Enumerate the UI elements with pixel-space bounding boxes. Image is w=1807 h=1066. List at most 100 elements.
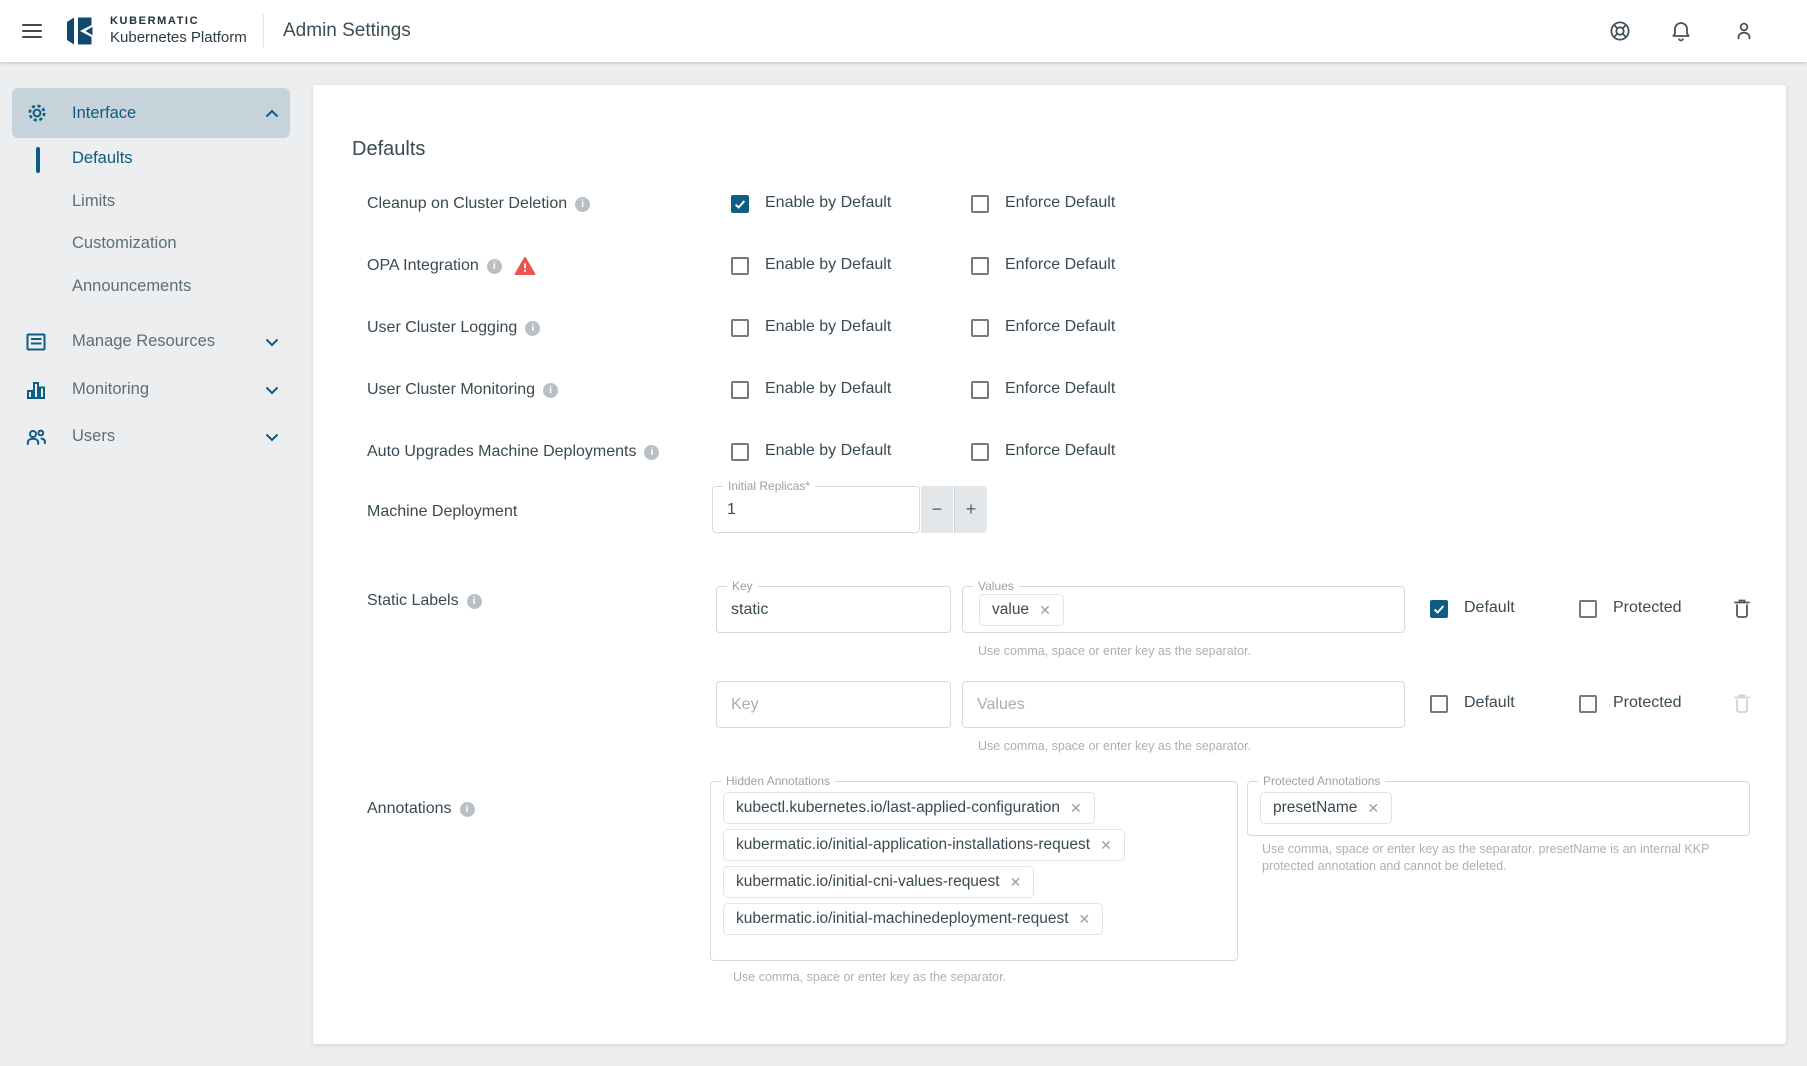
row-label-annotations: Annotations bbox=[367, 798, 475, 820]
info-icon bbox=[644, 445, 659, 460]
row-label-auto-upgrades: Auto Upgrades Machine Deployments bbox=[367, 441, 659, 463]
delete-row-icon-disabled bbox=[1732, 692, 1752, 714]
row-label-cleanup: Cleanup on Cluster Deletion bbox=[367, 193, 590, 215]
delete-row-icon[interactable] bbox=[1732, 597, 1752, 619]
notifications-icon[interactable] bbox=[1669, 19, 1693, 43]
resources-icon bbox=[25, 331, 47, 353]
menu-icon[interactable] bbox=[22, 24, 42, 38]
field-label: Protected Annotations bbox=[1258, 774, 1385, 789]
default-label: Default bbox=[1464, 694, 1515, 714]
enable-label: Enable by Default bbox=[765, 194, 891, 214]
enable-label: Enable by Default bbox=[765, 380, 891, 400]
enforce-default-checkbox[interactable] bbox=[971, 381, 989, 399]
enable-by-default-checkbox[interactable] bbox=[731, 319, 749, 337]
row-label-static-labels: Static Labels bbox=[367, 590, 482, 612]
protected-label: Protected bbox=[1613, 599, 1681, 619]
increment-button[interactable]: + bbox=[954, 486, 987, 533]
protected-checkbox[interactable] bbox=[1579, 695, 1597, 713]
row-label-machine-deployment: Machine Deployment bbox=[367, 501, 517, 523]
annotation-chip[interactable]: presetName bbox=[1260, 792, 1392, 824]
field-label: Hidden Annotations bbox=[721, 774, 835, 789]
initial-replicas-field[interactable]: Initial Replicas* 1 bbox=[712, 486, 920, 533]
gear-icon bbox=[26, 102, 48, 124]
separator-hint: Use comma, space or enter key as the sep… bbox=[978, 738, 1251, 755]
chevron-up-icon bbox=[265, 109, 279, 118]
warning-icon bbox=[514, 256, 536, 276]
initial-replicas-value: 1 bbox=[727, 487, 736, 532]
remove-chip-icon[interactable] bbox=[1367, 800, 1379, 817]
active-indicator bbox=[36, 147, 40, 173]
decrement-button[interactable]: − bbox=[921, 486, 953, 533]
static-label-values-input[interactable]: Values value bbox=[962, 586, 1405, 633]
users-icon bbox=[25, 426, 47, 448]
static-label-key-input[interactable]: Key bbox=[716, 681, 951, 728]
row-label-logging: User Cluster Logging bbox=[367, 317, 540, 339]
row-label-opa: OPA Integration bbox=[367, 255, 536, 277]
enable-label: Enable by Default bbox=[765, 442, 891, 462]
brand-product: Kubernetes Platform bbox=[110, 29, 247, 46]
separator-hint: Use comma, space or enter key as the sep… bbox=[733, 969, 1006, 986]
sidebar-item-users[interactable]: Users bbox=[0, 426, 300, 448]
sidebar-item-label: Users bbox=[72, 427, 115, 446]
enforce-default-checkbox[interactable] bbox=[971, 257, 989, 275]
annotation-chip[interactable]: kubermatic.io/initial-application-instal… bbox=[723, 829, 1125, 861]
sidebar-item-label: Manage Resources bbox=[72, 332, 215, 351]
info-icon bbox=[487, 259, 502, 274]
sidebar-item-interface[interactable]: Interface bbox=[12, 88, 290, 138]
key-value: static bbox=[731, 587, 768, 632]
header-divider bbox=[263, 14, 264, 47]
sidebar-item-defaults[interactable]: Defaults bbox=[72, 149, 133, 169]
remove-chip-icon[interactable] bbox=[1070, 800, 1082, 817]
sidebar-item-monitoring[interactable]: Monitoring bbox=[0, 379, 300, 401]
brand-name: KUBERMATIC bbox=[110, 15, 247, 27]
page-title: Admin Settings bbox=[283, 20, 411, 42]
default-checkbox[interactable] bbox=[1430, 695, 1448, 713]
info-icon bbox=[525, 321, 540, 336]
sidebar-item-customization[interactable]: Customization bbox=[72, 234, 177, 254]
protected-annotations-hint: Use comma, space or enter key as the sep… bbox=[1262, 841, 1746, 874]
kubermatic-logo-icon bbox=[62, 13, 98, 49]
value-chip[interactable]: value bbox=[979, 594, 1064, 626]
sidebar-item-limits[interactable]: Limits bbox=[72, 192, 115, 212]
enforce-default-checkbox[interactable] bbox=[971, 319, 989, 337]
sidebar-item-announcements[interactable]: Announcements bbox=[72, 277, 191, 297]
annotation-chip[interactable]: kubermatic.io/initial-machinedeployment-… bbox=[723, 903, 1103, 935]
sidebar-item-label: Interface bbox=[72, 88, 136, 138]
brand: KUBERMATIC Kubernetes Platform bbox=[110, 15, 247, 46]
sidebar-item-manage-resources[interactable]: Manage Resources bbox=[0, 331, 300, 353]
protected-annotations-input[interactable]: Protected Annotations presetName bbox=[1247, 781, 1750, 836]
field-label: Values bbox=[973, 579, 1019, 594]
static-label-values-input[interactable]: Values bbox=[962, 681, 1405, 728]
info-icon bbox=[575, 197, 590, 212]
remove-chip-icon[interactable] bbox=[1039, 602, 1051, 619]
static-label-key-input[interactable]: Key static bbox=[716, 586, 951, 633]
separator-hint: Use comma, space or enter key as the sep… bbox=[978, 643, 1251, 660]
enforce-label: Enforce Default bbox=[1005, 380, 1115, 400]
enforce-default-checkbox[interactable] bbox=[971, 195, 989, 213]
enable-by-default-checkbox[interactable] bbox=[731, 381, 749, 399]
enforce-label: Enforce Default bbox=[1005, 442, 1115, 462]
info-icon bbox=[467, 594, 482, 609]
app-header: KUBERMATIC Kubernetes Platform Admin Set… bbox=[0, 0, 1807, 62]
info-icon bbox=[460, 802, 475, 817]
info-icon bbox=[543, 383, 558, 398]
help-icon[interactable] bbox=[1608, 19, 1632, 43]
row-label-monitoring: User Cluster Monitoring bbox=[367, 379, 558, 401]
protected-checkbox[interactable] bbox=[1579, 600, 1597, 618]
protected-label: Protected bbox=[1613, 694, 1681, 714]
user-icon[interactable] bbox=[1732, 19, 1756, 43]
hidden-annotations-input[interactable]: Hidden Annotations kubectl.kubernetes.io… bbox=[710, 781, 1238, 961]
remove-chip-icon[interactable] bbox=[1100, 837, 1112, 854]
enable-by-default-checkbox[interactable] bbox=[731, 443, 749, 461]
annotation-chip[interactable]: kubermatic.io/initial-cni-values-request bbox=[723, 866, 1034, 898]
remove-chip-icon[interactable] bbox=[1010, 874, 1022, 891]
enable-by-default-checkbox[interactable] bbox=[731, 257, 749, 275]
default-checkbox[interactable] bbox=[1430, 600, 1448, 618]
remove-chip-icon[interactable] bbox=[1079, 911, 1091, 928]
annotation-chip[interactable]: kubectl.kubernetes.io/last-applied-confi… bbox=[723, 792, 1095, 824]
enable-by-default-checkbox[interactable] bbox=[731, 195, 749, 213]
chevron-down-icon bbox=[265, 386, 279, 395]
default-label: Default bbox=[1464, 599, 1515, 619]
enforce-default-checkbox[interactable] bbox=[971, 443, 989, 461]
section-heading: Defaults bbox=[352, 138, 425, 161]
